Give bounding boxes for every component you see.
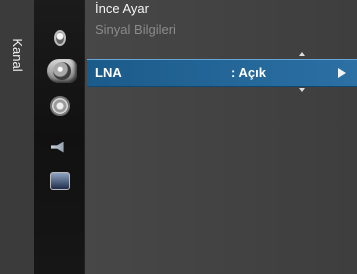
right-arrow-icon xyxy=(338,68,346,78)
menu-icon-column xyxy=(34,0,116,274)
setup-icon[interactable] xyxy=(50,96,70,116)
scroll-down-icon xyxy=(299,88,305,92)
input-icon[interactable] xyxy=(50,28,70,48)
lna-value: : Açık xyxy=(231,65,266,80)
tv-picture-icon xyxy=(50,172,70,190)
fine-tune-item[interactable]: İnce Ayar xyxy=(95,1,149,17)
tv-menu-screen: Kanal İnce Ayar Sinyal Bilgileri LNA : A… xyxy=(0,0,357,274)
lna-option-row[interactable]: LNA : Açık xyxy=(87,59,357,87)
channel-settings-panel: İnce Ayar Sinyal Bilgileri LNA : Açık xyxy=(85,0,357,274)
kanal-sidebar: Kanal xyxy=(0,0,34,274)
gear-icon xyxy=(52,98,68,114)
channel-icon[interactable] xyxy=(47,59,77,83)
sound-icon[interactable] xyxy=(50,137,70,157)
signal-info-item: Sinyal Bilgileri xyxy=(95,22,176,37)
lna-label: LNA xyxy=(95,65,122,80)
picture-icon[interactable] xyxy=(50,171,70,191)
scroll-up-icon xyxy=(299,52,305,56)
kanal-label: Kanal xyxy=(10,38,25,72)
speaker-icon xyxy=(51,141,64,153)
input-disc-icon xyxy=(54,30,66,46)
satellite-dish-icon xyxy=(53,62,71,80)
